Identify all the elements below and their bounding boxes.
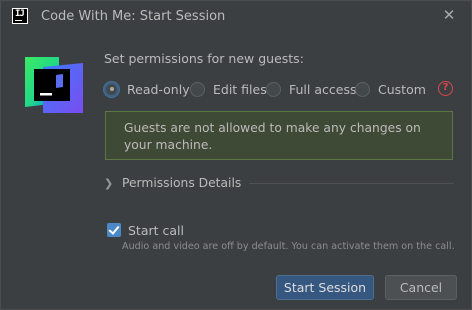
chevron-right-icon[interactable]: ❯ xyxy=(104,177,118,190)
cancel-button[interactable]: Cancel xyxy=(385,275,457,300)
radio-circle[interactable] xyxy=(355,81,370,97)
separator-line xyxy=(249,182,454,184)
intellij-app-icon: IJ xyxy=(12,8,28,24)
start-call-label[interactable]: Start call xyxy=(128,223,184,238)
radio-edit-files[interactable]: Edit files xyxy=(190,79,267,99)
radio-label: Read-only xyxy=(127,81,190,97)
app-icon-text: IJ xyxy=(15,9,25,19)
code-with-me-logo xyxy=(25,57,83,113)
start-call-hint: Audio and video are off by default. You … xyxy=(122,241,455,252)
radio-label: Full access xyxy=(289,81,357,97)
radio-circle[interactable] xyxy=(190,81,205,97)
permissions-details-label[interactable]: Permissions Details xyxy=(122,176,241,190)
start-call-row[interactable]: Start call xyxy=(107,221,184,239)
permissions-details-toggle[interactable]: ❯ Permissions Details xyxy=(104,174,454,192)
radio-label: Custom xyxy=(378,81,426,97)
window-title: Code With Me: Start Session xyxy=(41,9,226,24)
radio-label: Edit files xyxy=(213,81,267,97)
radio-custom[interactable]: Custom xyxy=(355,79,426,99)
radio-circle[interactable] xyxy=(104,81,119,97)
start-call-checkbox[interactable] xyxy=(107,223,121,237)
title-bar[interactable]: IJ Code With Me: Start Session ✕ xyxy=(1,1,471,34)
radio-read-only[interactable]: Read-only xyxy=(104,79,190,99)
radio-full-access[interactable]: Full access xyxy=(266,79,356,99)
help-icon[interactable]: ? xyxy=(438,81,453,96)
start-session-button[interactable]: Start Session xyxy=(276,275,374,300)
radio-circle[interactable] xyxy=(266,81,281,97)
start-session-dialog: IJ Code With Me: Start Session ✕ Set per… xyxy=(0,0,472,310)
close-icon[interactable]: ✕ xyxy=(441,7,457,23)
permissions-label: Set permissions for new guests: xyxy=(104,51,304,66)
permissions-info-box: Guests are not allowed to make any chang… xyxy=(105,111,453,160)
